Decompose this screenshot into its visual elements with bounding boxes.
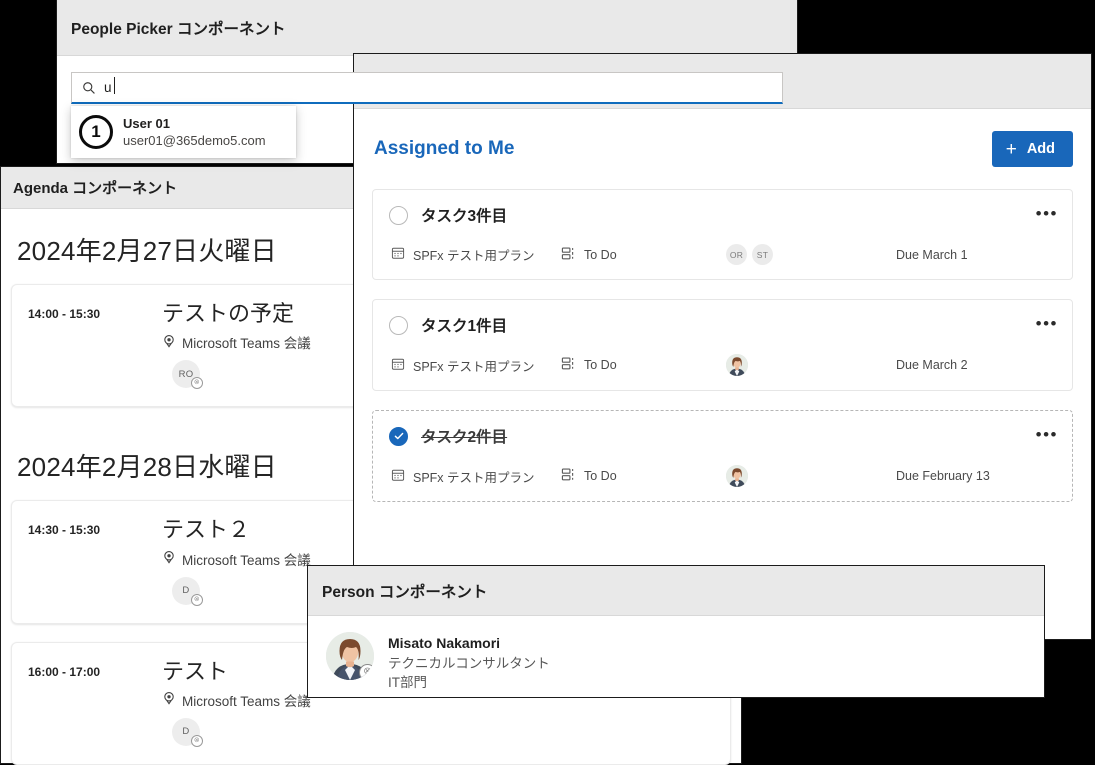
assignee-photo-icon	[726, 354, 748, 376]
task-title: タスク3件目	[421, 208, 508, 225]
task-due-date: Due March 2	[896, 358, 968, 372]
planner-section-title: Assigned to Me	[374, 138, 515, 159]
event-location-label: Microsoft Teams 会議	[182, 336, 311, 352]
task-title: タスク1件目	[421, 318, 508, 335]
task-meta-row: SPFx テスト用プラン To Do Due February 13	[389, 465, 1056, 487]
calendar-icon	[391, 357, 405, 374]
person-component-panel: Person コンポーネント ⊗ Misato Nakamori テクニカルコン…	[307, 565, 1045, 698]
task-card[interactable]: タスク1件目 ••• SPFx テスト用プラン To Do Due March 2	[372, 299, 1073, 391]
avatar-initials: RO	[178, 368, 194, 380]
planner-body: Assigned to Me + Add タスク3件目 ••• SPFx テスト用プ…	[354, 109, 1091, 502]
calendar-icon	[391, 468, 405, 485]
task-meta-row: SPFx テスト用プラン To Do Due March 2	[389, 354, 1056, 376]
task-bucket-label: To Do	[584, 358, 617, 372]
people-picker-search-box[interactable]: u	[71, 72, 783, 104]
avatar-initials: D	[182, 585, 190, 597]
task-bucket: To Do	[561, 356, 726, 374]
bucket-icon	[561, 356, 576, 374]
add-task-label: Add	[1026, 141, 1055, 157]
person-body: ⊗ Misato Nakamori テクニカルコンサルタント IT部門	[308, 616, 1044, 692]
task-more-options-icon[interactable]: •••	[1036, 425, 1058, 444]
calendar-icon	[391, 246, 405, 263]
avatar[interactable]: RO ⊗	[172, 360, 203, 390]
task-card[interactable]: タスク2件目 ••• SPFx テスト用プラン To Do Due February 1…	[372, 410, 1073, 502]
task-meta-row: SPFx テスト用プラン To Do OR ST Due March 1	[389, 244, 1056, 265]
avatar[interactable]	[726, 465, 748, 487]
presence-badge-icon: ⊗	[191, 593, 203, 606]
location-pin-icon	[162, 550, 176, 567]
search-input-value[interactable]: u	[104, 77, 114, 95]
task-bucket-label: To Do	[584, 469, 617, 483]
suggestion-text: User 01 user01@365demo5.com	[123, 115, 266, 149]
avatar-initial: 1	[79, 115, 113, 150]
suggestion-name: User 01	[123, 116, 170, 131]
task-plan: SPFx テスト用プラン	[391, 245, 561, 264]
person-details: Misato Nakamori テクニカルコンサルタント IT部門	[388, 632, 550, 692]
task-complete-checkbox[interactable]	[389, 426, 408, 446]
suggestion-email: user01@365demo5.com	[123, 133, 266, 149]
task-more-options-icon[interactable]: •••	[1036, 204, 1058, 223]
person-name: Misato Nakamori	[388, 635, 501, 651]
event-attendees: D ⊗	[162, 717, 730, 747]
avatar: ⊗	[326, 632, 374, 680]
avatar[interactable]: D ⊗	[172, 717, 203, 747]
avatar-initials: ST	[756, 249, 769, 260]
task-assignees	[726, 465, 896, 487]
avatar-initials: OR	[729, 249, 744, 260]
search-icon	[82, 81, 96, 95]
task-bucket: To Do	[561, 246, 726, 264]
task-assignees: OR ST	[726, 244, 896, 265]
task-card[interactable]: タスク3件目 ••• SPFx テスト用プラン To Do OR ST Due March …	[372, 189, 1073, 280]
event-time: 16:00 - 17:00	[28, 664, 101, 679]
task-plan-label: SPFx テスト用プラン	[413, 249, 535, 263]
avatar-initials: D	[182, 726, 190, 738]
event-time: 14:00 - 15:30	[28, 307, 101, 321]
planner-component-panel: Planner コンポーネント Assigned to Me + Add タスク…	[353, 53, 1092, 640]
event-location-label: Microsoft Teams 会議	[182, 552, 311, 568]
task-due-date: Due February 13	[896, 469, 990, 483]
task-bucket-label: To Do	[584, 247, 617, 262]
task-due-date: Due March 1	[896, 247, 968, 262]
bucket-icon	[561, 246, 576, 264]
location-pin-icon	[162, 334, 176, 351]
task-header-row: タスク1件目	[389, 314, 1056, 336]
people-picker-panel-title: People Picker コンポーネント	[57, 0, 797, 56]
task-assignees	[726, 354, 896, 376]
task-complete-checkbox[interactable]	[389, 205, 408, 225]
task-header-row: タスク2件目	[389, 425, 1056, 447]
task-plan: SPFx テスト用プラン	[391, 467, 561, 486]
assignee-photo-icon	[726, 465, 748, 487]
person-department: IT部門	[388, 675, 427, 691]
task-plan: SPFx テスト用プラン	[391, 356, 561, 375]
task-header-row: タスク3件目	[389, 204, 1056, 226]
task-title: タスク2件目	[421, 429, 508, 446]
avatar[interactable]: OR	[726, 244, 747, 265]
event-time: 14:30 - 15:30	[28, 523, 101, 538]
person-role: テクニカルコンサルタント	[388, 655, 550, 671]
person-panel-title: Person コンポーネント	[308, 566, 1044, 616]
task-bucket: To Do	[561, 467, 726, 485]
planner-task-list: タスク3件目 ••• SPFx テスト用プラン To Do OR ST Due March …	[372, 189, 1073, 502]
people-picker-suggestion-item[interactable]: 1 User 01 user01@365demo5.com	[71, 106, 296, 159]
planner-header-row: Assigned to Me + Add	[372, 131, 1073, 167]
avatar[interactable]	[726, 354, 748, 376]
event-location-label: Microsoft Teams 会議	[182, 693, 311, 709]
task-plan-label: SPFx テスト用プラン	[413, 470, 535, 485]
presence-badge-icon: ⊗	[359, 664, 374, 680]
bucket-icon	[561, 467, 576, 485]
task-complete-checkbox[interactable]	[389, 315, 408, 335]
add-task-button[interactable]: + Add	[991, 131, 1073, 167]
presence-badge-icon: ⊗	[191, 734, 203, 747]
avatar[interactable]: ST	[752, 244, 773, 265]
task-plan-label: SPFx テスト用プラン	[413, 359, 535, 374]
task-more-options-icon[interactable]: •••	[1036, 314, 1058, 333]
avatar[interactable]: D ⊗	[172, 576, 203, 606]
plus-icon: +	[1005, 138, 1017, 160]
location-pin-icon	[162, 691, 176, 708]
presence-badge-icon: ⊗	[191, 377, 203, 390]
